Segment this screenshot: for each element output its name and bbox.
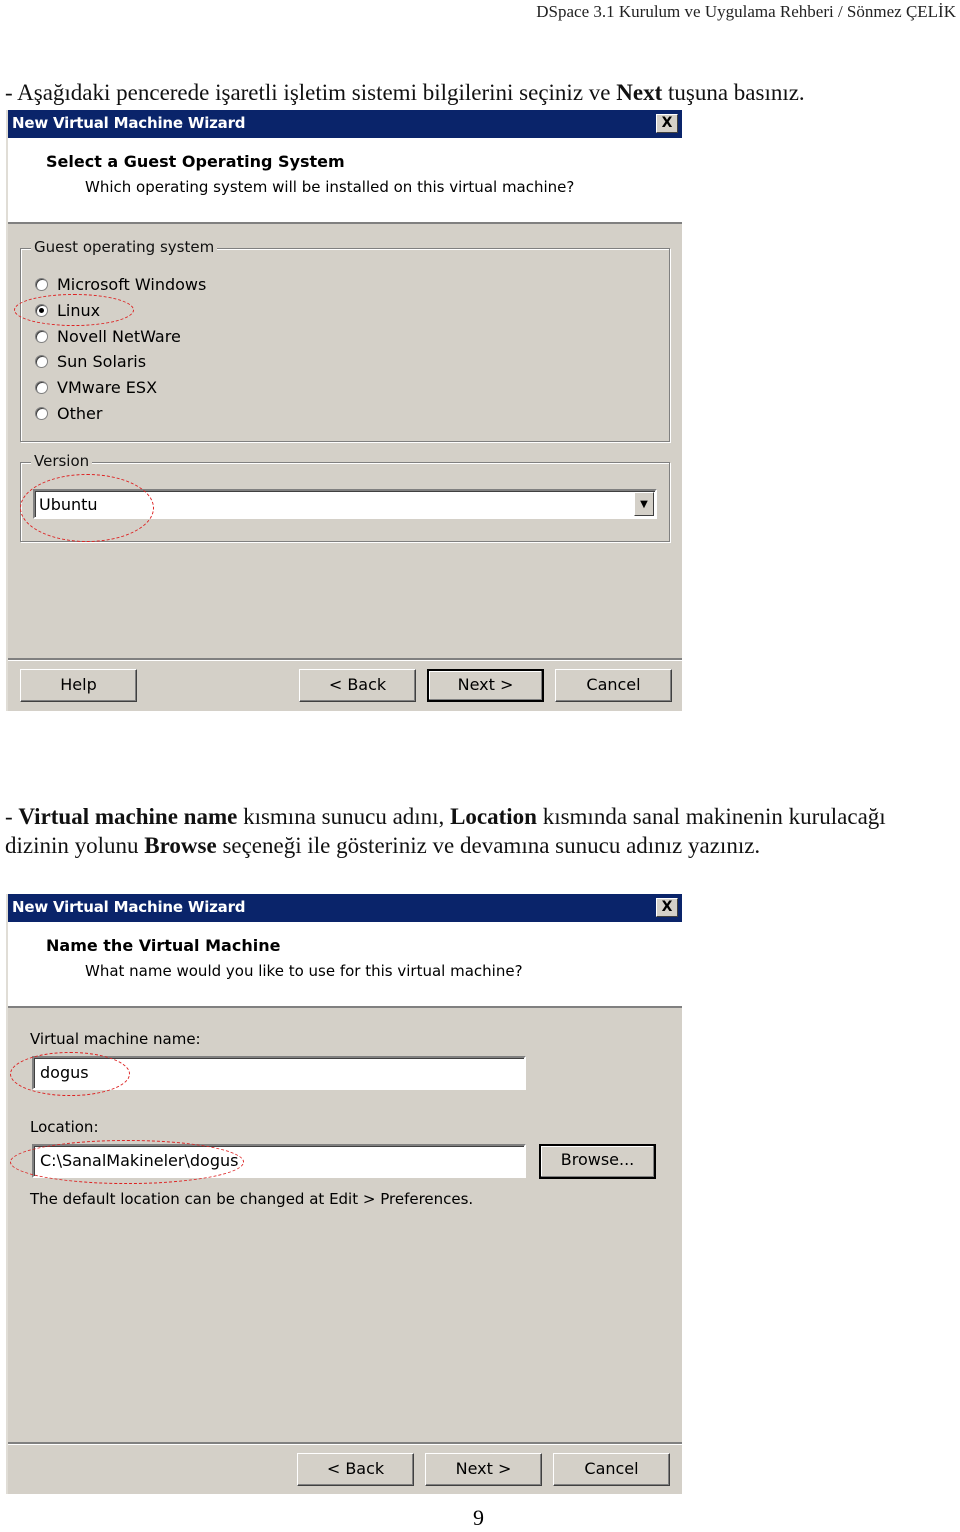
vm-name-input[interactable]: dogus	[32, 1056, 526, 1090]
radio-sun-solaris[interactable]: Sun Solaris	[35, 350, 146, 372]
cancel-button[interactable]: Cancel	[555, 669, 672, 702]
radio-icon[interactable]	[35, 354, 48, 368]
instruction-2-text: kısmına sunucu adını,	[237, 804, 451, 829]
header-title: Select a Guest Operating System	[46, 152, 345, 171]
radio-label: VMware ESX	[57, 377, 158, 397]
instruction-1-bold: Next	[616, 80, 663, 105]
back-button[interactable]: < Back	[299, 669, 416, 702]
close-icon: X	[661, 899, 673, 915]
wizard-dialog-os: New Virtual Machine Wizard X Select a Gu…	[6, 110, 682, 711]
radio-novell-netware[interactable]: Novell NetWare	[35, 325, 181, 347]
page-header: DSpace 3.1 Kurulum ve Uygulama Rehberi /…	[536, 2, 956, 21]
guest-os-group: Guest operating system Microsoft Windows…	[20, 238, 670, 442]
instruction-2-text: seçeneği ile gösteriniz ve devamına sunu…	[216, 833, 761, 858]
location-value: C:\SanalMakineler\dogus	[40, 1151, 239, 1170]
location-input[interactable]: C:\SanalMakineler\dogus	[32, 1144, 526, 1178]
instruction-2-bold: Location	[450, 804, 537, 829]
close-icon: X	[661, 115, 673, 131]
titlebar: New Virtual Machine Wizard X	[8, 110, 682, 138]
radio-microsoft-windows[interactable]: Microsoft Windows	[35, 273, 206, 295]
radio-linux[interactable]: Linux	[35, 299, 100, 321]
next-button[interactable]: Next >	[427, 669, 544, 702]
version-legend: Version	[31, 452, 93, 470]
radio-label: Microsoft Windows	[57, 274, 207, 294]
radio-label: Linux	[57, 300, 101, 320]
wizard-dialog-name: New Virtual Machine Wizard X Name the Vi…	[6, 894, 682, 1494]
radio-label: Novell NetWare	[57, 326, 181, 346]
body-panel: Guest operating system Microsoft Windows…	[8, 224, 682, 658]
instruction-2-text: -	[5, 804, 19, 829]
instruction-2-bold: Virtual machine name	[18, 804, 238, 829]
radio-icon[interactable]	[35, 329, 48, 343]
footer-panel: Help < Back Next > Cancel	[8, 658, 682, 713]
header-title: Name the Virtual Machine	[46, 936, 281, 955]
location-hint: The default location can be changed at E…	[30, 1190, 474, 1208]
instruction-1: - Aşağıdaki pencerede işaretli işletim s…	[5, 78, 805, 107]
header-subtitle: Which operating system will be installed…	[85, 178, 575, 196]
radio-icon[interactable]	[35, 406, 48, 420]
radio-icon[interactable]	[35, 277, 48, 291]
close-button[interactable]: X	[656, 898, 678, 917]
titlebar: New Virtual Machine Wizard X	[8, 894, 682, 922]
instruction-1-prefix: - Aşağıdaki pencerede işaretli işletim s…	[5, 80, 617, 105]
help-button[interactable]: Help	[20, 669, 137, 702]
radio-icon[interactable]	[35, 380, 48, 394]
instruction-2-bold: Browse	[144, 833, 217, 858]
guest-os-legend: Guest operating system	[31, 238, 218, 256]
radio-other[interactable]: Other	[35, 402, 102, 424]
version-group: Version Ubuntu ▼	[20, 452, 670, 542]
back-button[interactable]: < Back	[297, 1453, 414, 1486]
header-panel: Select a Guest Operating System Which op…	[8, 138, 682, 224]
radio-checked-icon[interactable]	[35, 303, 48, 317]
version-value: Ubuntu	[39, 495, 98, 514]
instruction-2: - Virtual machine name kısmına sunucu ad…	[5, 802, 955, 860]
close-button[interactable]: X	[656, 114, 678, 133]
header-subtitle: What name would you like to use for this…	[85, 962, 523, 980]
dialog-title: New Virtual Machine Wizard	[12, 898, 246, 916]
page-number: 9	[473, 1505, 484, 1530]
radio-vmware-esx[interactable]: VMware ESX	[35, 376, 157, 398]
footer-panel: < Back Next > Cancel	[8, 1442, 682, 1496]
version-dropdown[interactable]: Ubuntu ▼	[33, 489, 657, 519]
header-panel: Name the Virtual Machine What name would…	[8, 922, 682, 1008]
instruction-1-suffix: tuşuna basınız.	[662, 80, 805, 105]
cancel-button[interactable]: Cancel	[553, 1453, 670, 1486]
browse-button[interactable]: Browse...	[539, 1144, 656, 1179]
vm-name-value: dogus	[40, 1063, 89, 1082]
location-label: Location:	[30, 1118, 99, 1136]
dialog-title: New Virtual Machine Wizard	[12, 114, 246, 132]
body-panel: Virtual machine name: dogus Location: C:…	[8, 1008, 682, 1442]
radio-label: Sun Solaris	[57, 351, 147, 371]
radio-label: Other	[57, 403, 103, 423]
vm-name-label: Virtual machine name:	[30, 1030, 201, 1048]
chevron-down-icon[interactable]: ▼	[634, 492, 654, 516]
next-button[interactable]: Next >	[425, 1453, 542, 1486]
